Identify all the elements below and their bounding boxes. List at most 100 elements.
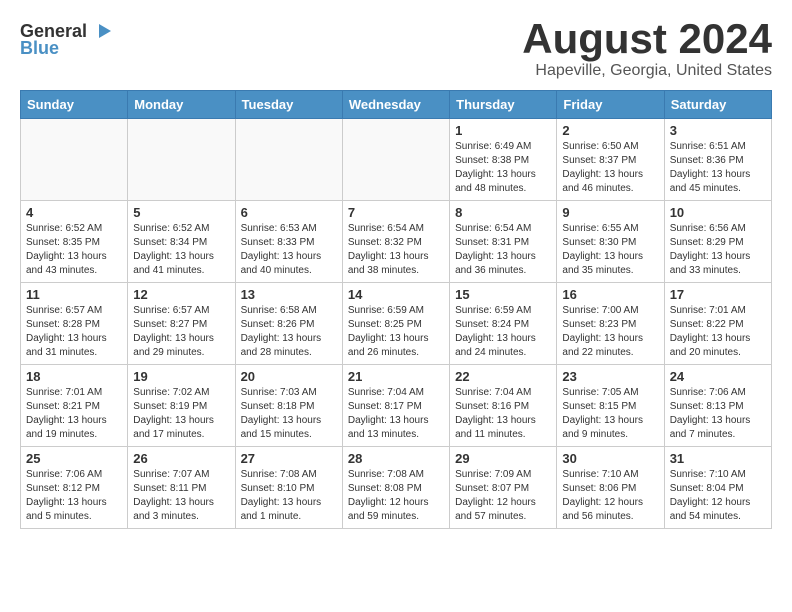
day-number: 2 xyxy=(562,123,658,138)
calendar-cell: 10 Sunrise: 6:56 AM Sunset: 8:29 PM Dayli… xyxy=(664,201,771,283)
cell-info: Sunrise: 7:06 AM Sunset: 8:13 PM Dayligh… xyxy=(670,386,766,442)
cell-info: Sunrise: 7:01 AM Sunset: 8:21 PM Dayligh… xyxy=(26,386,122,442)
calendar-header-wednesday: Wednesday xyxy=(342,91,449,119)
calendar-header-row: SundayMondayTuesdayWednesdayThursdayFrid… xyxy=(21,91,772,119)
day-number: 8 xyxy=(455,205,551,220)
day-number: 3 xyxy=(670,123,766,138)
page-header: General Blue August 2024 Hapeville, Geor… xyxy=(20,16,772,80)
cell-info: Sunrise: 6:59 AM Sunset: 8:25 PM Dayligh… xyxy=(348,304,444,360)
day-number: 5 xyxy=(133,205,229,220)
day-number: 1 xyxy=(455,123,551,138)
calendar-week-1: 1 Sunrise: 6:49 AM Sunset: 8:38 PM Daylig… xyxy=(21,119,772,201)
cell-info: Sunrise: 7:07 AM Sunset: 8:11 PM Dayligh… xyxy=(133,468,229,524)
day-number: 29 xyxy=(455,451,551,466)
logo-icon xyxy=(91,20,113,42)
cell-info: Sunrise: 6:54 AM Sunset: 8:31 PM Dayligh… xyxy=(455,222,551,278)
calendar-cell xyxy=(342,119,449,201)
cell-info: Sunrise: 6:50 AM Sunset: 8:37 PM Dayligh… xyxy=(562,140,658,196)
day-number: 20 xyxy=(241,369,337,384)
calendar-cell: 28 Sunrise: 7:08 AM Sunset: 8:08 PM Dayli… xyxy=(342,447,449,529)
day-number: 19 xyxy=(133,369,229,384)
cell-info: Sunrise: 7:03 AM Sunset: 8:18 PM Dayligh… xyxy=(241,386,337,442)
calendar-cell: 9Sunrise: 6:55 AM Sunset: 8:30 PM Daylig… xyxy=(557,201,664,283)
day-number: 24 xyxy=(670,369,766,384)
calendar-header-thursday: Thursday xyxy=(450,91,557,119)
cell-info: Sunrise: 7:01 AM Sunset: 8:22 PM Dayligh… xyxy=(670,304,766,360)
cell-info: Sunrise: 6:58 AM Sunset: 8:26 PM Dayligh… xyxy=(241,304,337,360)
calendar-cell: 26 Sunrise: 7:07 AM Sunset: 8:11 PM Dayli… xyxy=(128,447,235,529)
cell-info: Sunrise: 6:56 AM Sunset: 8:29 PM Dayligh… xyxy=(670,222,766,278)
day-number: 21 xyxy=(348,369,444,384)
calendar-cell: 7 Sunrise: 6:54 AM Sunset: 8:32 PM Daylig… xyxy=(342,201,449,283)
day-number: 13 xyxy=(241,287,337,302)
calendar-cell: 12Sunrise: 6:57 AM Sunset: 8:27 PM Dayli… xyxy=(128,283,235,365)
day-number: 30 xyxy=(562,451,658,466)
calendar-cell: 13 Sunrise: 6:58 AM Sunset: 8:26 PM Dayli… xyxy=(235,283,342,365)
calendar-cell: 21Sunrise: 7:04 AM Sunset: 8:17 PM Dayli… xyxy=(342,365,449,447)
calendar-cell: 31Sunrise: 7:10 AM Sunset: 8:04 PM Dayli… xyxy=(664,447,771,529)
month-year-title: August 2024 xyxy=(522,16,772,62)
day-number: 6 xyxy=(241,205,337,220)
calendar-cell: 3Sunrise: 6:51 AM Sunset: 8:36 PM Daylig… xyxy=(664,119,771,201)
calendar-cell: 16Sunrise: 7:00 AM Sunset: 8:23 PM Dayli… xyxy=(557,283,664,365)
calendar-header-monday: Monday xyxy=(128,91,235,119)
cell-info: Sunrise: 7:06 AM Sunset: 8:12 PM Dayligh… xyxy=(26,468,122,524)
calendar-week-3: 11 Sunrise: 6:57 AM Sunset: 8:28 PM Dayli… xyxy=(21,283,772,365)
cell-info: Sunrise: 7:10 AM Sunset: 8:06 PM Dayligh… xyxy=(562,468,658,524)
calendar-header-sunday: Sunday xyxy=(21,91,128,119)
day-number: 14 xyxy=(348,287,444,302)
day-number: 7 xyxy=(348,205,444,220)
cell-info: Sunrise: 7:05 AM Sunset: 8:15 PM Dayligh… xyxy=(562,386,658,442)
calendar-cell: 27Sunrise: 7:08 AM Sunset: 8:10 PM Dayli… xyxy=(235,447,342,529)
day-number: 16 xyxy=(562,287,658,302)
location-subtitle: Hapeville, Georgia, United States xyxy=(522,62,772,80)
calendar-cell: 8 Sunrise: 6:54 AM Sunset: 8:31 PM Daylig… xyxy=(450,201,557,283)
logo-blue-text: Blue xyxy=(20,38,59,59)
title-block: August 2024 Hapeville, Georgia, United S… xyxy=(522,16,772,80)
day-number: 9 xyxy=(562,205,658,220)
calendar-cell: 25Sunrise: 7:06 AM Sunset: 8:12 PM Dayli… xyxy=(21,447,128,529)
calendar-cell: 15 Sunrise: 6:59 AM Sunset: 8:24 PM Dayli… xyxy=(450,283,557,365)
cell-info: Sunrise: 6:49 AM Sunset: 8:38 PM Dayligh… xyxy=(455,140,551,196)
day-number: 10 xyxy=(670,205,766,220)
day-number: 18 xyxy=(26,369,122,384)
cell-info: Sunrise: 6:59 AM Sunset: 8:24 PM Dayligh… xyxy=(455,304,551,360)
cell-info: Sunrise: 6:54 AM Sunset: 8:32 PM Dayligh… xyxy=(348,222,444,278)
calendar-week-4: 18 Sunrise: 7:01 AM Sunset: 8:21 PM Dayli… xyxy=(21,365,772,447)
calendar-cell: 22Sunrise: 7:04 AM Sunset: 8:16 PM Dayli… xyxy=(450,365,557,447)
calendar-cell: 6 Sunrise: 6:53 AM Sunset: 8:33 PM Daylig… xyxy=(235,201,342,283)
calendar-cell: 23 Sunrise: 7:05 AM Sunset: 8:15 PM Dayli… xyxy=(557,365,664,447)
logo: General Blue xyxy=(20,20,113,59)
cell-info: Sunrise: 7:08 AM Sunset: 8:08 PM Dayligh… xyxy=(348,468,444,524)
day-number: 11 xyxy=(26,287,122,302)
calendar-cell xyxy=(21,119,128,201)
calendar-week-5: 25Sunrise: 7:06 AM Sunset: 8:12 PM Dayli… xyxy=(21,447,772,529)
calendar-cell: 1 Sunrise: 6:49 AM Sunset: 8:38 PM Daylig… xyxy=(450,119,557,201)
calendar-cell: 24 Sunrise: 7:06 AM Sunset: 8:13 PM Dayli… xyxy=(664,365,771,447)
cell-info: Sunrise: 7:02 AM Sunset: 8:19 PM Dayligh… xyxy=(133,386,229,442)
day-number: 26 xyxy=(133,451,229,466)
calendar-cell: 29 Sunrise: 7:09 AM Sunset: 8:07 PM Dayli… xyxy=(450,447,557,529)
day-number: 15 xyxy=(455,287,551,302)
calendar-cell: 19 Sunrise: 7:02 AM Sunset: 8:19 PM Dayli… xyxy=(128,365,235,447)
day-number: 23 xyxy=(562,369,658,384)
cell-info: Sunrise: 6:53 AM Sunset: 8:33 PM Dayligh… xyxy=(241,222,337,278)
cell-info: Sunrise: 7:09 AM Sunset: 8:07 PM Dayligh… xyxy=(455,468,551,524)
day-number: 17 xyxy=(670,287,766,302)
calendar-cell xyxy=(235,119,342,201)
day-number: 12 xyxy=(133,287,229,302)
day-number: 27 xyxy=(241,451,337,466)
calendar-cell: 2 Sunrise: 6:50 AM Sunset: 8:37 PM Daylig… xyxy=(557,119,664,201)
calendar-header-friday: Friday xyxy=(557,91,664,119)
cell-info: Sunrise: 6:52 AM Sunset: 8:35 PM Dayligh… xyxy=(26,222,122,278)
cell-info: Sunrise: 6:57 AM Sunset: 8:28 PM Dayligh… xyxy=(26,304,122,360)
cell-info: Sunrise: 6:52 AM Sunset: 8:34 PM Dayligh… xyxy=(133,222,229,278)
day-number: 28 xyxy=(348,451,444,466)
calendar-cell: 20 Sunrise: 7:03 AM Sunset: 8:18 PM Dayli… xyxy=(235,365,342,447)
calendar-cell: 5 Sunrise: 6:52 AM Sunset: 8:34 PM Daylig… xyxy=(128,201,235,283)
calendar-header-saturday: Saturday xyxy=(664,91,771,119)
calendar-cell: 17 Sunrise: 7:01 AM Sunset: 8:22 PM Dayli… xyxy=(664,283,771,365)
day-number: 31 xyxy=(670,451,766,466)
calendar-table: SundayMondayTuesdayWednesdayThursdayFrid… xyxy=(20,90,772,529)
cell-info: Sunrise: 7:04 AM Sunset: 8:16 PM Dayligh… xyxy=(455,386,551,442)
